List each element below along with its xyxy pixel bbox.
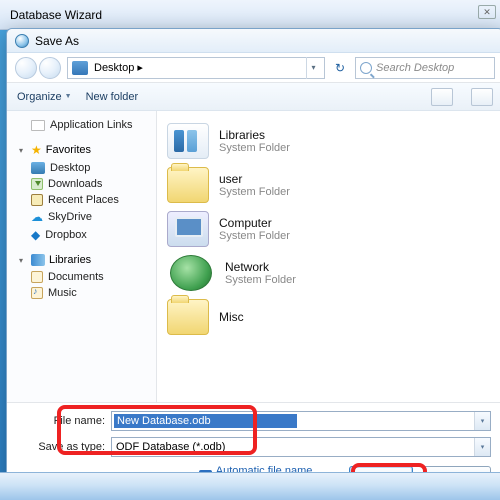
taskbar[interactable] xyxy=(0,472,500,500)
view-mode-button[interactable] xyxy=(431,88,453,106)
item-name: Misc xyxy=(219,310,244,324)
filetype-dropdown[interactable]: ▾ xyxy=(474,438,490,456)
help-button[interactable] xyxy=(471,88,493,106)
sidebar-item-desktop[interactable]: Desktop xyxy=(17,160,152,176)
skydrive-icon: ☁ xyxy=(31,210,43,224)
wizard-titlebar: Database Wizard ✕ xyxy=(0,0,500,30)
folder-icon xyxy=(167,123,209,159)
sidebar-libraries-header[interactable]: ▾Libraries xyxy=(17,254,152,266)
filename-value: New Database.odb xyxy=(114,414,297,428)
dialog-icon xyxy=(15,34,29,48)
filetype-select[interactable]: ODF Database (*.odb) ▾ xyxy=(111,437,491,457)
file-list[interactable]: LibrariesSystem FolderuserSystem FolderC… xyxy=(157,111,500,402)
folder-icon xyxy=(167,299,209,335)
dropbox-icon: ◆ xyxy=(31,228,40,242)
filetype-label: Save as type: xyxy=(19,441,105,453)
sidebar-favorites-header[interactable]: ▾★Favorites xyxy=(17,143,152,157)
sidebar-item-documents[interactable]: Documents xyxy=(17,269,152,285)
folder-icon xyxy=(167,167,209,203)
location-bar[interactable]: Desktop ▸ ▾ xyxy=(67,57,325,79)
nav-sidebar: Application Links ▾★Favorites Desktop Do… xyxy=(7,111,157,402)
toolbar: Organize▼ New folder xyxy=(7,83,500,111)
search-input[interactable]: Search Desktop xyxy=(355,57,495,79)
filename-dropdown[interactable]: ▾ xyxy=(474,412,490,430)
sidebar-item-skydrive[interactable]: ☁SkyDrive xyxy=(17,208,152,226)
desktop-icon xyxy=(31,162,45,174)
item-sub: System Folder xyxy=(219,142,290,154)
filename-label: File name: xyxy=(19,415,105,427)
location-text: Desktop ▸ xyxy=(94,61,143,74)
star-icon: ★ xyxy=(31,143,42,157)
item-name: Libraries xyxy=(219,128,290,142)
save-as-dialog: Save As Desktop ▸ ▾ ↻ Search Desktop Org… xyxy=(6,28,500,500)
sidebar-item-music[interactable]: Music xyxy=(17,285,152,301)
location-dropdown[interactable]: ▾ xyxy=(306,57,320,79)
list-item[interactable]: NetworkSystem Folder xyxy=(161,251,499,295)
organize-menu[interactable]: Organize▼ xyxy=(17,91,72,103)
item-name: user xyxy=(219,172,290,186)
search-placeholder: Search Desktop xyxy=(376,62,454,74)
list-item[interactable]: ComputerSystem Folder xyxy=(161,207,499,251)
list-item[interactable]: LibrariesSystem Folder xyxy=(161,119,499,163)
documents-icon xyxy=(31,271,43,283)
list-item[interactable]: Misc xyxy=(161,295,499,339)
folder-icon xyxy=(170,255,212,291)
new-folder-button[interactable]: New folder xyxy=(86,91,139,103)
nav-forward-button[interactable] xyxy=(39,57,61,79)
item-name: Network xyxy=(225,260,296,274)
item-sub: System Folder xyxy=(225,274,296,286)
sidebar-item-downloads[interactable]: Downloads xyxy=(17,176,152,192)
filetype-value: ODF Database (*.odb) xyxy=(116,441,295,453)
item-name: Computer xyxy=(219,216,290,230)
recent-icon xyxy=(31,194,43,206)
sidebar-item-recent[interactable]: Recent Places xyxy=(17,192,152,208)
dialog-titlebar[interactable]: Save As xyxy=(7,29,500,53)
item-sub: System Folder xyxy=(219,186,290,198)
desktop-icon xyxy=(72,61,88,75)
wizard-close-button[interactable]: ✕ xyxy=(478,5,496,19)
music-icon xyxy=(31,287,43,299)
download-icon xyxy=(31,178,43,190)
folder-icon xyxy=(167,211,209,247)
search-icon xyxy=(360,62,372,74)
list-item[interactable]: userSystem Folder xyxy=(161,163,499,207)
filename-input[interactable]: New Database.odb ▾ xyxy=(111,411,491,431)
wizard-title: Database Wizard xyxy=(10,8,102,22)
dialog-title: Save As xyxy=(35,34,79,48)
nav-row: Desktop ▸ ▾ ↻ Search Desktop xyxy=(7,53,500,83)
sidebar-app-links[interactable]: Application Links xyxy=(17,117,152,133)
sidebar-item-dropbox[interactable]: ◆Dropbox xyxy=(17,226,152,244)
nav-back-button[interactable] xyxy=(15,57,37,79)
refresh-button[interactable]: ↻ xyxy=(331,57,349,79)
item-sub: System Folder xyxy=(219,230,290,242)
libraries-icon xyxy=(31,254,45,266)
link-icon xyxy=(31,120,45,131)
